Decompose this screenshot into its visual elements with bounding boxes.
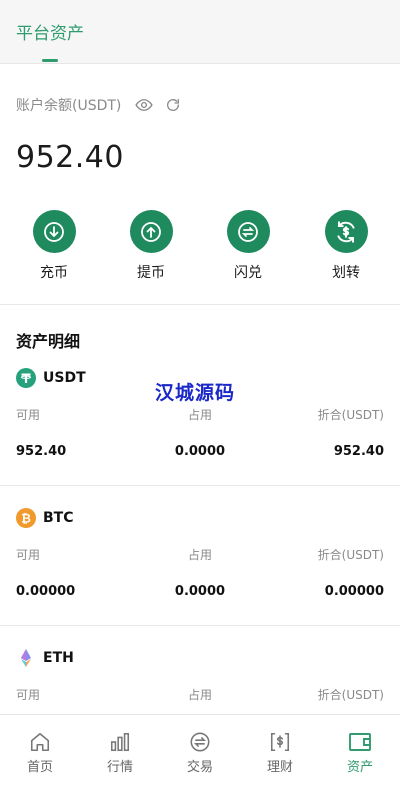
action-bar: 充币 提币 闪兑 划转 [0,210,400,290]
nav-label: 交易 [186,760,213,775]
transfer-label: 划转 [332,265,360,281]
equivalent-label: 折合(USDT) [317,548,384,562]
asset-header: ₿ BTC [16,507,74,529]
swap-icon [226,210,270,253]
balance-label: 账户余额(USDT) [16,98,122,114]
nav-item-trade[interactable]: 交易 [160,731,240,775]
deposit-button[interactable]: 充币 [14,210,94,286]
trade-icon [190,732,210,752]
withdraw-icon [129,210,173,253]
coin-name: USDT [43,370,86,386]
nav-item-home[interactable]: 首页 [0,731,80,775]
swap-label: 闪兑 [234,265,262,281]
asset-row-usdt[interactable]: USDT 可用 占用 折合(USDT) 952.40 0.0000 952.40 [0,367,400,507]
home-icon [30,732,50,752]
asset-row-btc[interactable]: ₿ BTC 可用 占用 折合(USDT) 0.00000 0.0000 0.00… [0,507,400,647]
equivalent-value: 952.40 [333,444,384,459]
eye-icon[interactable] [135,96,154,114]
nav-item-assets[interactable]: 资产 [320,731,400,775]
coin-name: BTC [43,510,74,526]
nav-label: 行情 [106,760,133,775]
equivalent-label: 折合(USDT) [317,688,384,702]
finance-icon [270,732,290,752]
withdraw-label: 提币 [137,265,165,281]
asset-header: USDT [16,367,86,389]
nav-label: 首页 [26,760,53,775]
bottom-nav: 首页 行情 交易 理财 资产 [0,714,400,800]
usdt-coin-icon [16,368,36,388]
btc-coin-icon: ₿ [16,508,36,528]
assets-section-title: 资产明细 [16,332,81,351]
asset-header: ETH [16,647,74,669]
coin-name: ETH [43,650,74,666]
nav-item-finance[interactable]: 理财 [240,731,320,775]
nav-label: 资产 [346,760,373,775]
transfer-icon [324,210,368,253]
swap-button[interactable]: 闪兑 [208,210,288,286]
top-bar: 平台资产 [0,0,400,64]
balance-value: 952.40 [16,140,124,175]
section-divider [0,304,400,305]
balance-header: 账户余额(USDT) [16,94,181,116]
wallet-icon [349,733,371,751]
market-chart-icon [110,732,130,752]
asset-divider [0,485,400,486]
tab-indicator [42,59,58,62]
nav-label: 理财 [266,760,293,775]
equivalent-value: 0.00000 [324,584,384,599]
transfer-button[interactable]: 划转 [306,210,386,286]
deposit-label: 充币 [40,265,68,281]
asset-divider [0,625,400,626]
eth-coin-icon [16,648,36,668]
equivalent-label: 折合(USDT) [317,408,384,422]
refresh-icon[interactable] [165,97,181,113]
nav-item-market[interactable]: 行情 [80,731,160,775]
deposit-icon [32,210,76,253]
withdraw-button[interactable]: 提币 [111,210,191,286]
tab-platform-assets[interactable]: 平台资产 [16,19,84,44]
svg-text:₿: ₿ [21,511,31,525]
